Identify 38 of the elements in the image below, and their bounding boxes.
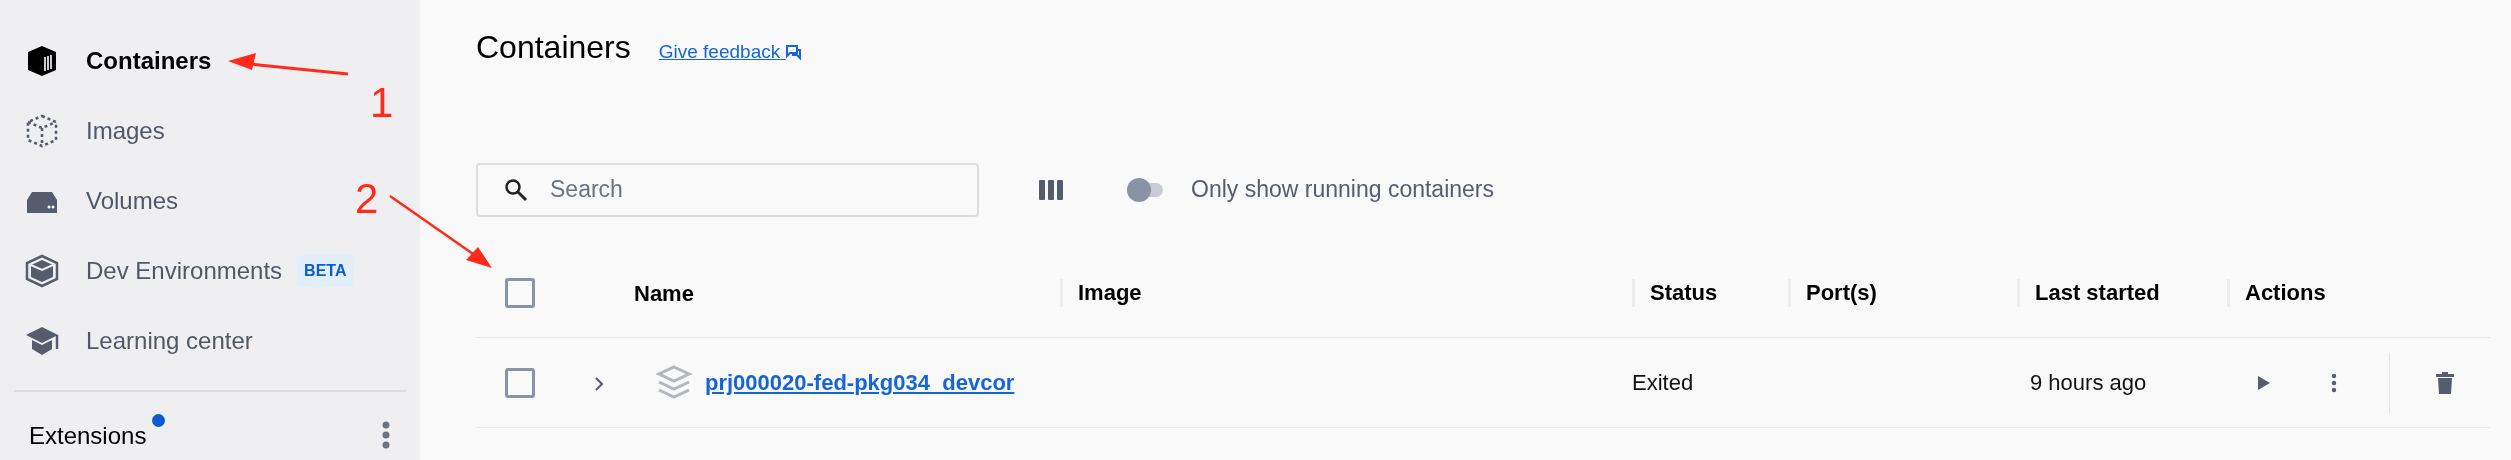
columns-button[interactable] xyxy=(1039,177,1063,202)
container-name-link[interactable]: prj000020-fed-pkg034_devcor xyxy=(705,370,1015,395)
annotation-number: 2 xyxy=(355,178,379,220)
sidebar-item[interactable]: Images xyxy=(0,96,165,166)
annotation-number: 1 xyxy=(370,82,394,124)
play-button[interactable] xyxy=(2257,374,2271,391)
more-icon[interactable] xyxy=(381,420,391,450)
toggle-switch[interactable] xyxy=(1127,177,1163,202)
table-cell-text: Exited xyxy=(1632,369,1695,397)
chat-icon xyxy=(785,45,802,61)
column-header[interactable]: Last started xyxy=(2017,279,2227,307)
more-icon xyxy=(2331,372,2337,393)
box-icon xyxy=(24,253,60,289)
beta-tag: BETA xyxy=(297,255,354,287)
trash-icon xyxy=(2436,371,2454,394)
chevron-icon[interactable] xyxy=(593,376,605,393)
toggle-label: Only show running containers xyxy=(1191,175,1494,205)
sidebar-item[interactable]: Learning center xyxy=(0,306,253,376)
checkbox[interactable] xyxy=(505,278,535,308)
sidebar-item[interactable]: Containers xyxy=(0,26,212,96)
more-button[interactable] xyxy=(2331,372,2337,393)
feedback-link[interactable]: Give feedback xyxy=(658,38,802,67)
extensions-label[interactable]: Extensions xyxy=(29,418,147,454)
column-header[interactable]: Image xyxy=(1060,279,1632,307)
sidebar-item[interactable]: Volumes xyxy=(0,166,179,236)
delete-button[interactable] xyxy=(2436,371,2454,394)
table-cell: 9 hours ago xyxy=(2030,370,2147,395)
sidebar-item[interactable]: Dev Environments BETA xyxy=(0,236,354,306)
column-header[interactable]: Port(s) xyxy=(1788,279,2017,307)
columns-icon xyxy=(1039,177,1063,202)
page-title: Containers xyxy=(476,28,631,67)
column-header[interactable]: Name xyxy=(634,280,694,306)
search-field[interactable]: Search xyxy=(476,162,979,217)
column-header[interactable]: Status xyxy=(1632,279,1788,307)
play-icon xyxy=(2257,374,2271,391)
column-header[interactable]: Actions xyxy=(2227,279,2490,307)
cube-outline-icon xyxy=(24,113,60,149)
checkbox[interactable] xyxy=(505,367,535,398)
